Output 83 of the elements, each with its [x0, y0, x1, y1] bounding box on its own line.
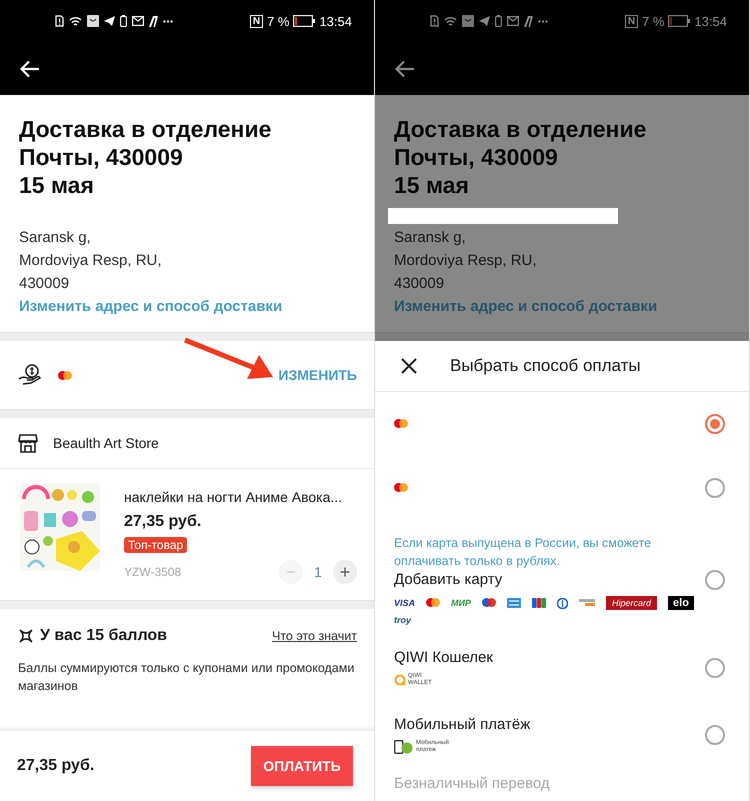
more-icon [538, 20, 548, 22]
address-line: 430009 [394, 274, 446, 294]
clock-time: 13:54 [694, 14, 727, 28]
wallet-logo-icon [394, 674, 406, 686]
delivery-date: 15 мая [394, 171, 470, 199]
wifi-icon [444, 16, 457, 26]
mastercard-icon [394, 483, 408, 492]
option-label: Мобильный платёж [394, 715, 532, 735]
option-label: Безналичный перевод [394, 774, 551, 794]
sim-alert-icon [430, 15, 439, 27]
quantity-value: 1 [313, 564, 323, 580]
send-icon [479, 16, 490, 26]
change-payment-button[interactable]: ИЗМЕНИТЬ [278, 363, 357, 387]
store-name[interactable]: Beaulth Art Store [53, 435, 159, 451]
sheet-title: Выбрать способ оплаты [450, 356, 641, 376]
battery-icon [495, 15, 502, 27]
points-title: У вас 15 баллов [40, 627, 168, 645]
nfc-icon: N [624, 14, 638, 28]
sim-alert-icon [55, 15, 64, 27]
address-line: Saransk g, [19, 228, 92, 248]
card-brand-logo: elo [668, 596, 694, 610]
phone-coin-icon [394, 740, 414, 754]
money-hand-icon [18, 364, 42, 386]
card-brand-icon [532, 598, 546, 608]
product-sku: YZW-3508 [124, 565, 182, 579]
delivery-title: Почты, 430009 [394, 143, 559, 171]
pay-button[interactable]: ОПЛАТИТЬ [251, 746, 353, 786]
battery-percent: 7 % [642, 14, 664, 28]
change-address-link[interactable]: Изменить адрес и способ доставки [394, 295, 658, 318]
back-arrow-icon[interactable] [20, 60, 40, 78]
top-product-badge: Топ-товар [124, 537, 188, 553]
radio-button[interactable] [705, 658, 725, 678]
what-it-means-link[interactable]: Что это значит [272, 629, 357, 643]
address-line: Mordoviya Resp, RU, [394, 251, 538, 271]
card-brand-logo: VISA [394, 597, 416, 609]
mail-icon [507, 16, 519, 26]
product-price: 27,35 руб. [124, 513, 202, 531]
app-icon [524, 16, 533, 26]
card-brand-logo: МИР [451, 597, 471, 609]
bag-icon [462, 15, 474, 27]
nfc-icon: N [250, 14, 264, 28]
close-icon[interactable] [401, 358, 417, 374]
card-brand-icon [426, 598, 440, 608]
more-icon [163, 20, 173, 22]
delivery-title: Почты, 430009 [19, 143, 184, 171]
mastercard-icon [58, 370, 72, 380]
card-brand-icon [579, 599, 595, 607]
card-brand-icon [557, 598, 568, 608]
battery-icon [120, 15, 127, 27]
send-icon [104, 16, 115, 26]
option-label: QIWI Кошелек [394, 648, 494, 668]
points-note: Баллы суммируются только с купонами или промокодами магазинов [18, 660, 356, 695]
address-line: Saransk g, [394, 228, 467, 248]
battery-percent: 7 % [267, 14, 290, 28]
battery-low-icon [293, 15, 316, 27]
delivery-title: Доставка в отделение [19, 115, 272, 143]
wifi-icon [69, 16, 82, 26]
app-icon [149, 16, 158, 26]
delivery-title: Доставка в отделение [394, 115, 648, 143]
radio-button[interactable] [705, 478, 725, 498]
option-label: Добавить карту [394, 570, 504, 590]
product-name[interactable]: наклейки на ногти Аниме Авока... [124, 489, 357, 505]
bag-icon [87, 15, 99, 27]
card-brand-icon [507, 598, 521, 608]
total-price: 27,35 руб. [17, 757, 94, 775]
points-icon [18, 628, 34, 644]
radio-button[interactable] [705, 414, 725, 434]
plus-icon[interactable] [333, 560, 357, 584]
store-icon [18, 434, 38, 452]
battery-low-icon [668, 15, 690, 27]
change-address-link[interactable]: Изменить адрес и способ доставки [19, 295, 282, 318]
radio-button[interactable] [705, 724, 725, 744]
clock-time: 13:54 [319, 14, 352, 28]
card-brand-logo: troy [394, 614, 412, 626]
radio-button[interactable] [705, 570, 725, 590]
card-brand-icon [482, 598, 496, 608]
address-line: 430009 [19, 274, 70, 294]
delivery-date: 15 мая [19, 171, 95, 199]
address-line: Mordoviya Resp, RU, [19, 251, 163, 271]
mastercard-icon [394, 419, 408, 428]
card-brand-logo: Hipercard [606, 596, 658, 610]
card-currency-note: Если карта выпущена в России, вы сможете оплачивать только в рублях. [394, 535, 652, 570]
mail-icon [132, 16, 144, 26]
